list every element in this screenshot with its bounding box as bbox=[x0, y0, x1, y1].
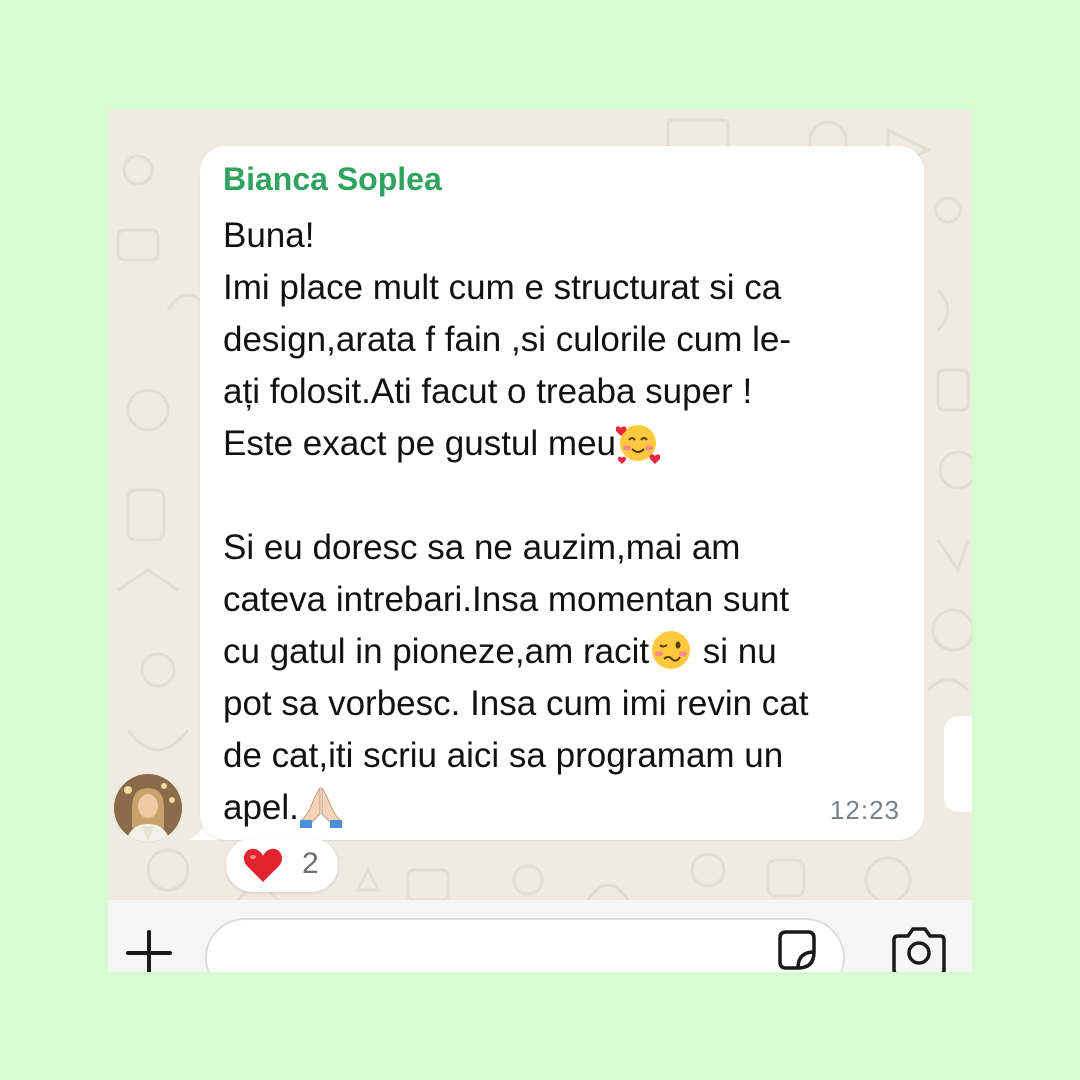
message-line: apel. bbox=[223, 782, 809, 834]
message-line-text: cu gatul in pioneze,am racit bbox=[223, 632, 650, 671]
avatar-image bbox=[114, 774, 182, 842]
message-line: design,arata f fain ,si culorile cum le- bbox=[223, 320, 792, 359]
sticker-icon[interactable] bbox=[774, 928, 820, 972]
message-line-text: Este exact pe gustul meu bbox=[223, 424, 616, 463]
chat-window: Bianca Soplea Buna! Imi place mult cum e… bbox=[108, 110, 972, 972]
message-line: Este exact pe gustul meu bbox=[223, 418, 809, 470]
message-line: Si eu doresc sa ne auzim,mai am bbox=[223, 528, 741, 567]
adjacent-message-bubble bbox=[944, 716, 972, 812]
message-line: Imi place mult cum e structurat si ca bbox=[223, 268, 782, 307]
incoming-message-bubble[interactable]: Bianca Soplea Buna! Imi place mult cum e… bbox=[200, 146, 924, 840]
reaction-badge[interactable]: 2 bbox=[226, 838, 338, 892]
folded-hands-icon bbox=[299, 786, 342, 828]
message-line: Buna! bbox=[223, 216, 315, 255]
message-input-bar bbox=[108, 900, 972, 972]
sender-avatar[interactable] bbox=[114, 774, 182, 842]
sender-name[interactable]: Bianca Soplea bbox=[223, 161, 442, 198]
message-line-text: si nu bbox=[693, 632, 777, 671]
camera-icon[interactable] bbox=[890, 926, 948, 972]
message-text: Buna! Imi place mult cum e structurat si… bbox=[223, 210, 809, 834]
reaction-count: 2 bbox=[302, 847, 319, 880]
message-line bbox=[223, 470, 809, 522]
message-timestamp: 12:23 bbox=[829, 795, 900, 825]
woozy-face-icon bbox=[652, 630, 691, 669]
red-heart-icon bbox=[243, 848, 283, 882]
message-line: ați folosit.Ati facut o treaba super ! bbox=[223, 372, 753, 411]
message-input[interactable] bbox=[205, 918, 845, 972]
plus-icon[interactable] bbox=[124, 928, 174, 972]
message-line: pot sa vorbesc. Insa cum imi revin cat bbox=[223, 684, 809, 723]
message-line: cu gatul in pioneze,am racit si nu bbox=[223, 626, 809, 678]
smiling-face-with-hearts-icon bbox=[616, 424, 660, 464]
message-line-text: apel. bbox=[223, 788, 299, 827]
message-line: cateva intrebari.Insa momentan sunt bbox=[223, 580, 790, 619]
message-line: de cat,iti scriu aici sa programam un bbox=[223, 736, 784, 775]
